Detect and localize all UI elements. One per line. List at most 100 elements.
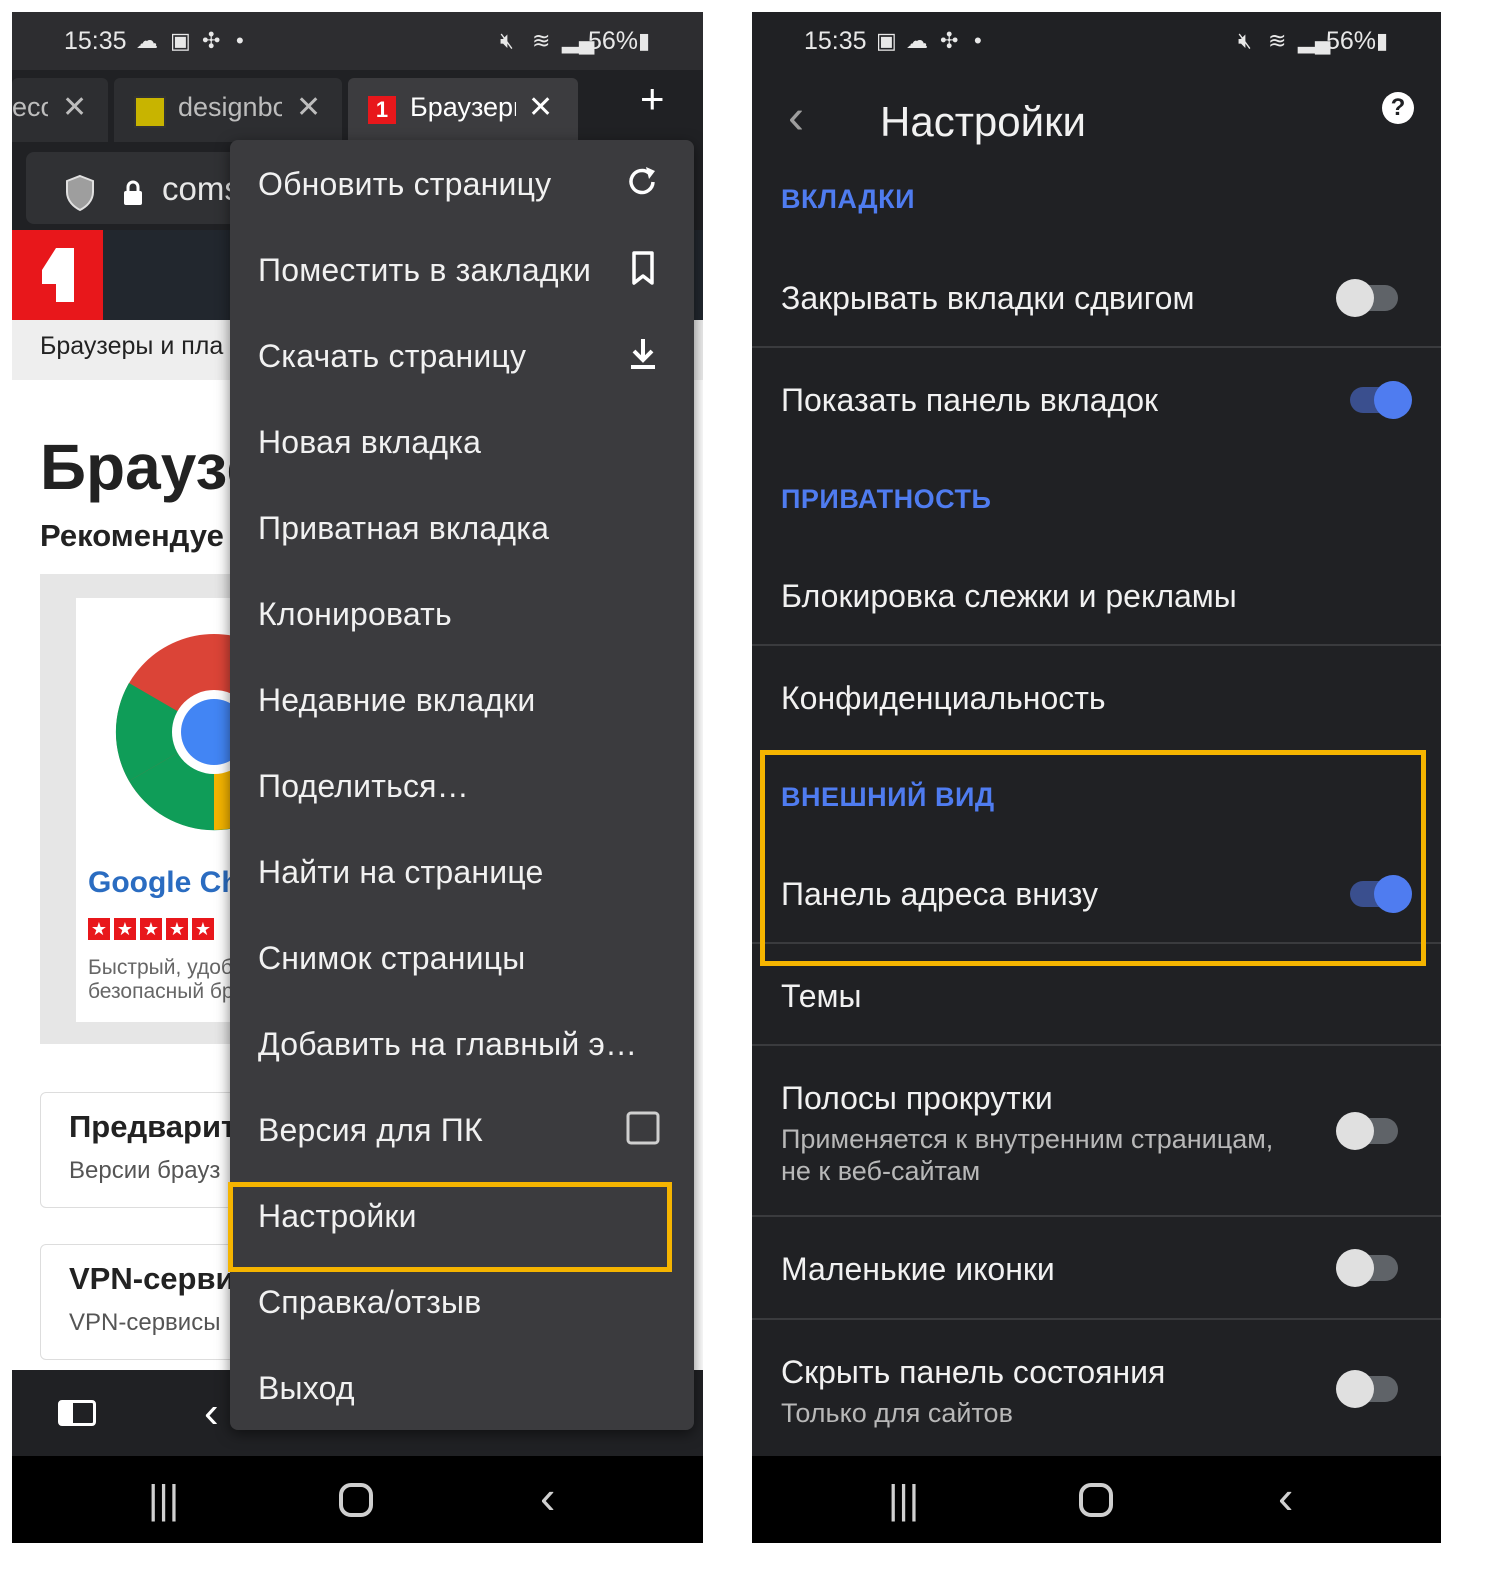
system-nav-bar: ||| ‹ — [752, 1456, 1441, 1543]
tab-1[interactable]: eco ✕ — [12, 78, 108, 142]
menu-item-label: Добавить на главный э… — [258, 1026, 638, 1062]
tab-strip: eco ✕ designbo ✕ 1 Браузеры ✕ — [12, 70, 703, 142]
right-phone-screen: 15:35 ▣ ☁ ✣ • 🔇︎ ≋ ▂▄ 56% ▮ ‹ Настройки … — [752, 12, 1441, 1543]
menu-item-label: Поместить в закладки — [258, 252, 592, 288]
tab-2[interactable]: designbo ✕ — [114, 78, 342, 142]
status-bar: 15:35 ▣ ☁ ✣ • 🔇︎ ≋ ▂▄ 56% ▮ — [752, 12, 1441, 70]
toggle-scrollbars[interactable] — [1336, 1112, 1398, 1150]
close-icon[interactable]: ✕ — [528, 90, 553, 125]
toggle-tab-panel[interactable] — [1350, 381, 1412, 419]
setting-label: Полосы прокрутки — [781, 1080, 1053, 1116]
recent-apps-icon[interactable]: ||| — [888, 1478, 919, 1523]
tabs-switcher-icon[interactable] — [58, 1400, 96, 1426]
back-icon[interactable]: ‹ — [204, 1388, 219, 1438]
setting-hide-status[interactable]: Скрыть панель состояния Только для сайто… — [752, 1320, 1441, 1456]
mute-icon: 🔇︎ — [1238, 28, 1252, 53]
image-icon: ▣ — [876, 28, 897, 53]
star-icon: ★ — [166, 918, 188, 940]
list-item-subtitle: Версии брауз — [69, 1157, 221, 1184]
toggle-knob — [1336, 1249, 1374, 1287]
app-name[interactable]: Google Chr — [88, 866, 251, 900]
menu-item-label: Версия для ПК — [258, 1112, 483, 1148]
setting-label: Закрывать вкладки сдвигом — [781, 280, 1195, 316]
setting-tracking[interactable]: Блокировка слежки и рекламы — [752, 546, 1441, 644]
list-item-title: VPN-серви — [69, 1261, 235, 1296]
star-icon: ★ — [88, 918, 110, 940]
back-icon[interactable]: ‹ — [788, 90, 804, 145]
battery-icon: ▮ — [638, 28, 651, 53]
system-back-icon[interactable]: ‹ — [540, 1470, 555, 1524]
wifi-icon: ≋ — [1268, 28, 1287, 53]
favicon-icon — [134, 96, 166, 128]
menu-item-exit[interactable]: Выход — [230, 1346, 694, 1432]
menu-item-recent-tabs[interactable]: Недавние вкладки — [230, 658, 694, 744]
checkbox-icon[interactable] — [626, 1108, 660, 1148]
menu-item-find[interactable]: Найти на странице — [230, 830, 694, 916]
system-back-icon[interactable]: ‹ — [1278, 1470, 1293, 1524]
tab-label: Браузеры — [410, 92, 516, 122]
desc-line: безопасный бр — [88, 980, 234, 1003]
menu-item-label: Справка/отзыв — [258, 1284, 482, 1320]
tab-3-active[interactable]: 1 Браузеры ✕ — [348, 78, 578, 142]
setting-confidentiality[interactable]: Конфиденциальность — [752, 646, 1441, 746]
menu-item-label: Скачать страницу — [258, 338, 527, 374]
menu-item-new-tab[interactable]: Новая вкладка — [230, 400, 694, 486]
menu-item-private-tab[interactable]: Приватная вкладка — [230, 486, 694, 572]
slack-icon: ✣ — [940, 28, 959, 53]
image-icon: ▣ — [170, 28, 191, 53]
rating-stars: ★ ★ ★ ★ ★ — [88, 918, 218, 940]
home-icon[interactable] — [1078, 1482, 1114, 1518]
cloud-icon: ☁ — [906, 28, 928, 53]
setting-scrollbars[interactable]: Полосы прокрутки Применяется к внутренни… — [752, 1046, 1441, 1214]
shield-icon[interactable] — [64, 174, 96, 212]
toggle-swipe-close[interactable] — [1336, 279, 1398, 317]
menu-item-refresh[interactable]: Обновить страницу — [230, 142, 694, 228]
breadcrumb-text[interactable]: Браузеры и пла — [40, 332, 223, 361]
page-heading: Браузе — [40, 431, 262, 503]
menu-item-screenshot[interactable]: Снимок страницы — [230, 916, 694, 1002]
bookmark-icon — [632, 251, 654, 285]
menu-item-label: Снимок страницы — [258, 940, 526, 976]
close-icon[interactable]: ✕ — [296, 90, 321, 125]
menu-item-desktop[interactable]: Версия для ПК — [230, 1088, 694, 1174]
highlight-box-settings — [228, 1182, 672, 1272]
toggle-small-icons[interactable] — [1336, 1249, 1398, 1287]
new-tab-plus-icon[interactable]: + — [640, 78, 665, 120]
setting-sublabel: не к веб-сайтам — [781, 1156, 981, 1186]
site-logo[interactable] — [12, 230, 103, 320]
setting-label: Маленькие иконки — [781, 1251, 1055, 1287]
menu-item-label: Найти на странице — [258, 854, 544, 890]
toggle-knob — [1336, 279, 1374, 317]
cloud-icon: ☁ — [136, 28, 158, 53]
tab-label: designbo — [178, 92, 282, 122]
toggle-knob — [1374, 381, 1412, 419]
logo-one-icon — [42, 248, 74, 302]
status-bar: 15:35 ☁ ▣ ✣ • 🔇︎ ≋ ▂▄ 56% ▮ — [12, 12, 703, 70]
menu-item-share[interactable]: Поделиться… — [230, 744, 694, 830]
desc-line: Быстрый, удоб — [88, 956, 233, 979]
recent-apps-icon[interactable]: ||| — [148, 1478, 179, 1523]
close-icon[interactable]: ✕ — [62, 90, 87, 125]
section-header-tabs: ВКЛАДКИ — [781, 184, 916, 214]
home-icon[interactable] — [338, 1482, 374, 1518]
list-item-title: Предварит — [69, 1109, 237, 1144]
page-subheading: Рекомендуе — [40, 518, 224, 553]
status-time: 15:35 — [64, 27, 127, 55]
star-icon: ★ — [114, 918, 136, 940]
menu-item-download[interactable]: Скачать страницу — [230, 314, 694, 400]
setting-sublabel: Применяется к внутренним страницам, — [781, 1124, 1274, 1154]
menu-item-add-home[interactable]: Добавить на главный э… — [230, 1002, 694, 1088]
setting-small-icons[interactable]: Маленькие иконки — [752, 1217, 1441, 1317]
page-title: Настройки — [880, 98, 1086, 145]
setting-tab-panel[interactable]: Показать панель вкладок — [752, 348, 1441, 448]
menu-item-help[interactable]: Справка/отзыв — [230, 1260, 694, 1346]
toggle-hide-status[interactable] — [1336, 1370, 1398, 1408]
favicon-icon: 1 — [368, 96, 396, 124]
menu-item-label: Обновить страницу — [258, 166, 552, 202]
menu-item-bookmark[interactable]: Поместить в закладки — [230, 228, 694, 314]
menu-item-clone[interactable]: Клонировать — [230, 572, 694, 658]
menu-item-label: Клонировать — [258, 596, 452, 632]
setting-swipe-close[interactable]: Закрывать вкладки сдвигом — [752, 248, 1441, 348]
app-description: Быстрый, удоб безопасный бр — [88, 956, 234, 1004]
help-icon[interactable]: ? — [1382, 92, 1414, 124]
